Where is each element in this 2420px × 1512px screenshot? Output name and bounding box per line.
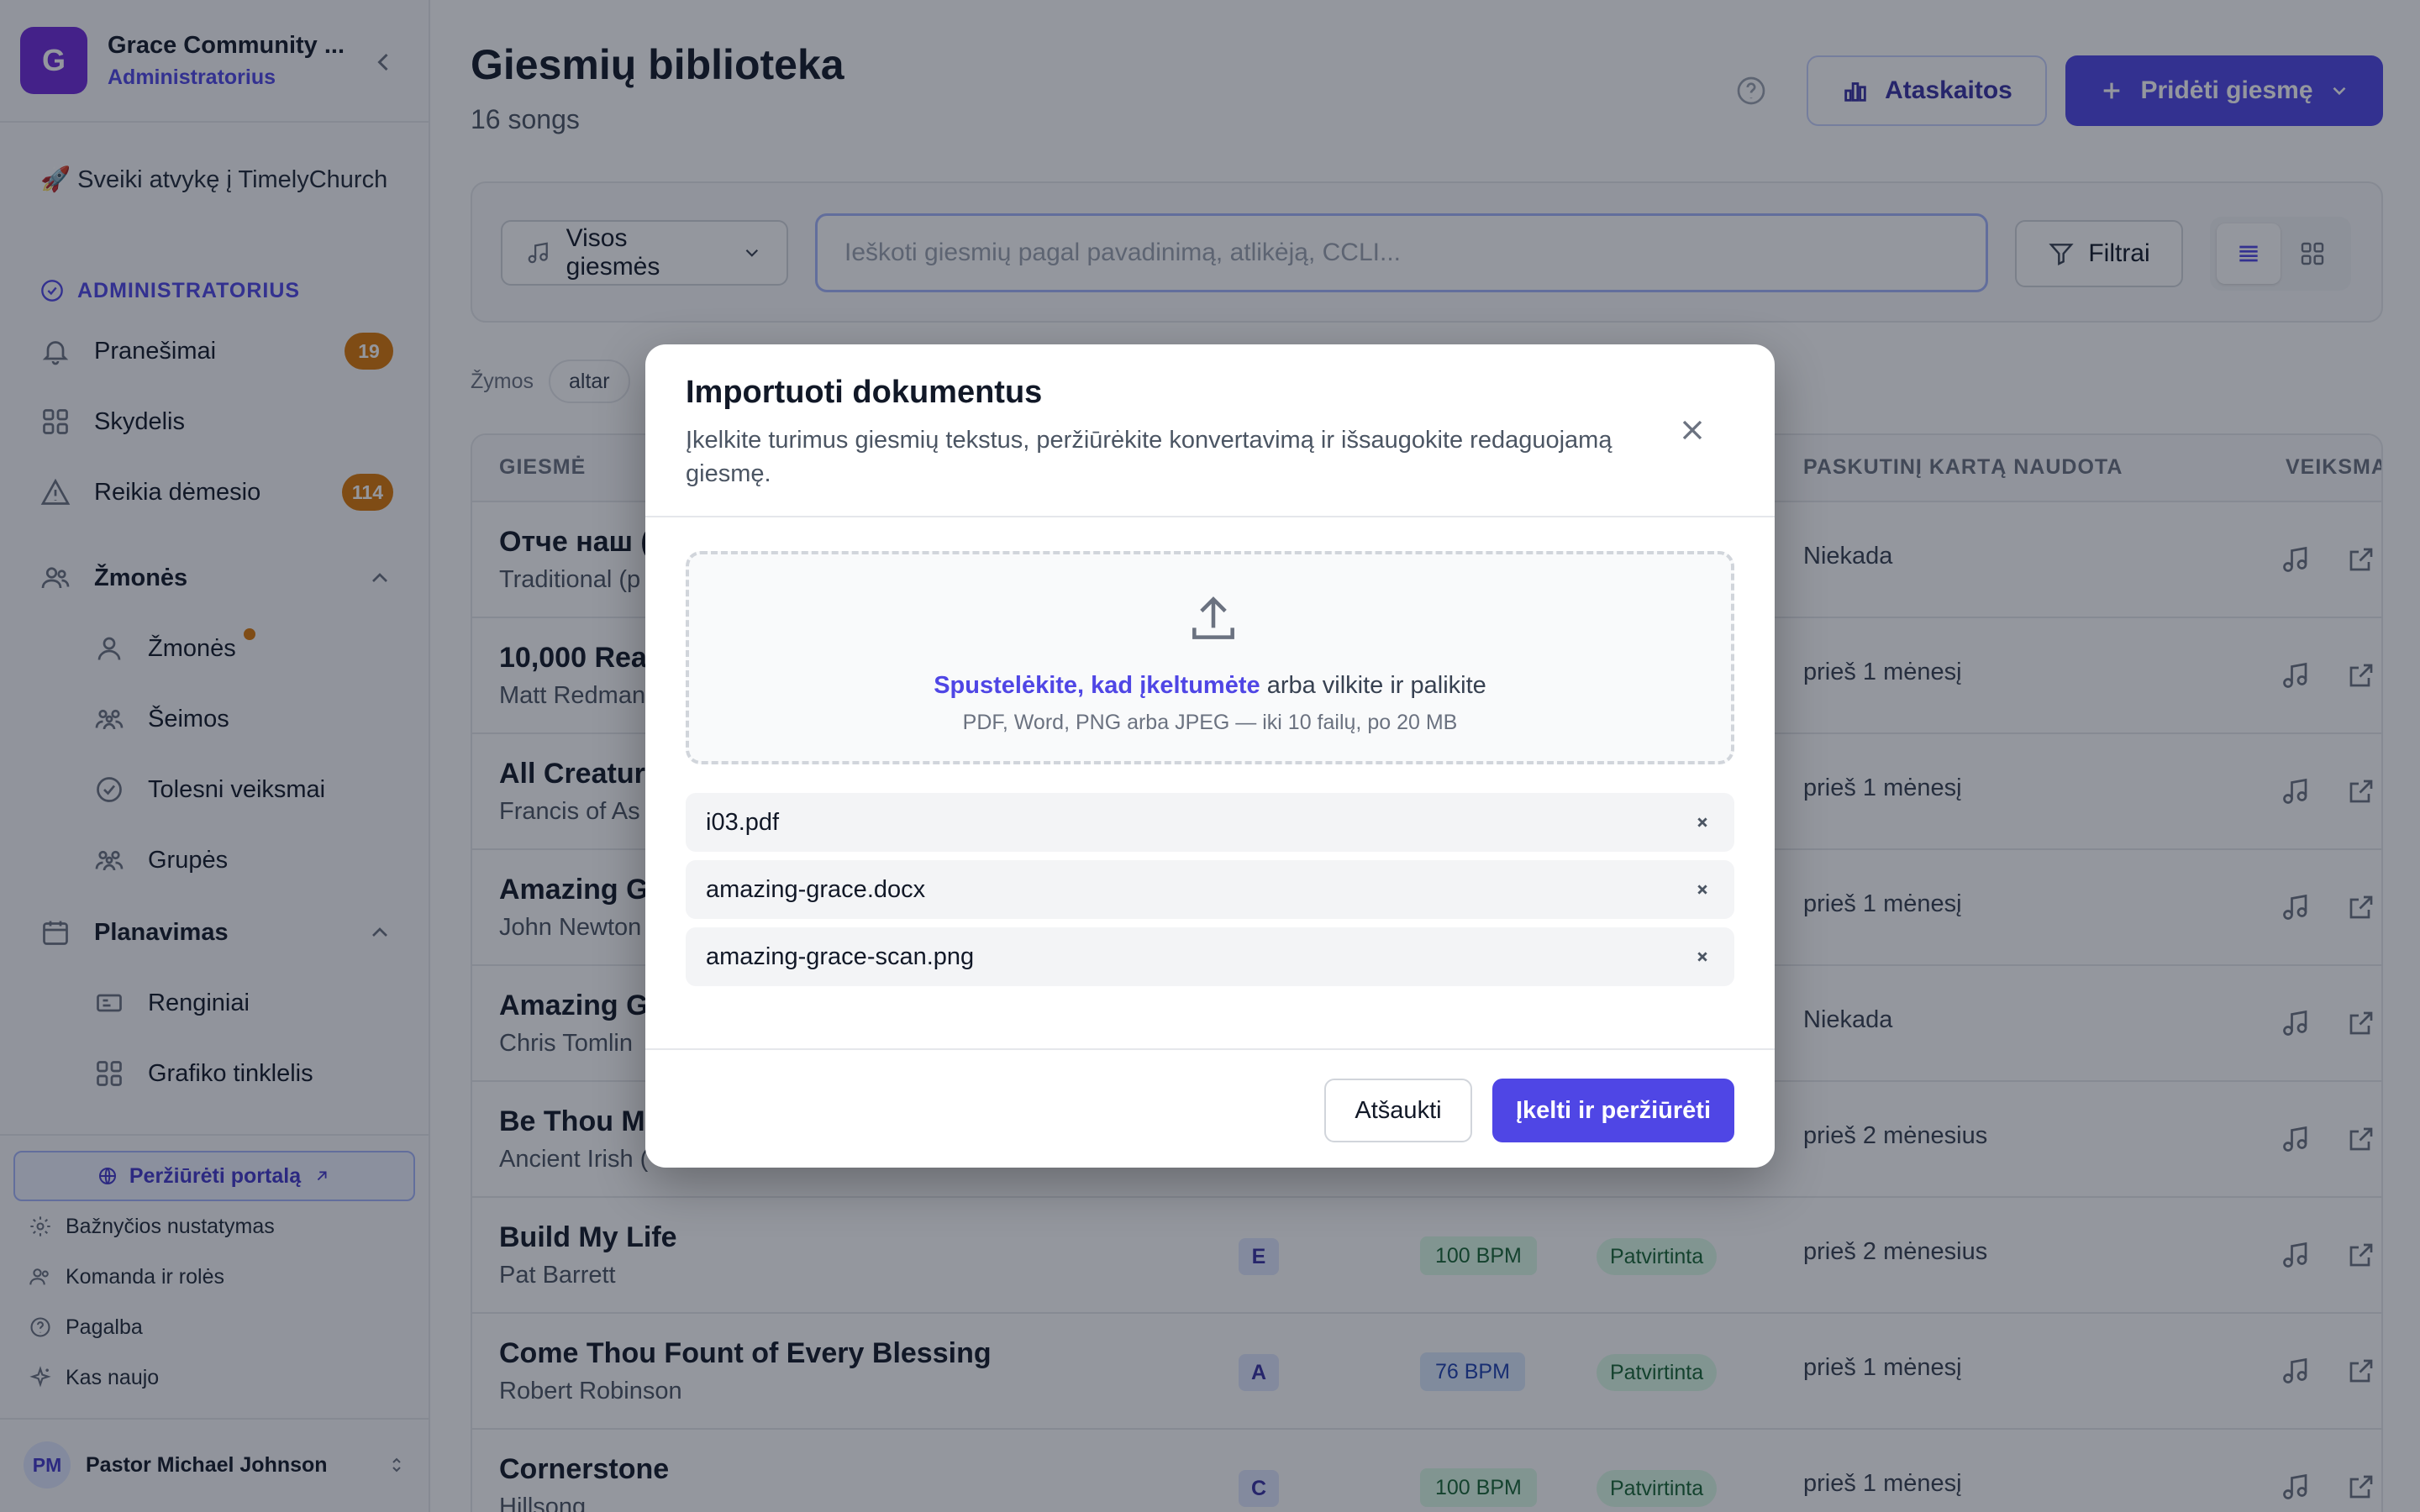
file-name: amazing-grace.docx bbox=[706, 875, 926, 903]
file-dropzone[interactable]: Spustelėkite, kad įkeltumėte arba vilkit… bbox=[686, 551, 1734, 764]
click-to-upload-link[interactable]: Spustelėkite, kad įkeltumėte bbox=[934, 672, 1260, 699]
remove-file-icon[interactable] bbox=[1691, 811, 1714, 834]
file-item: amazing-grace-scan.png bbox=[686, 927, 1734, 986]
dialog-title: Importuoti dokumentus bbox=[686, 375, 1043, 410]
file-name: i03.pdf bbox=[706, 808, 780, 836]
upload-icon bbox=[1192, 596, 1234, 639]
import-documents-dialog: Importuoti dokumentus Įkelkite turimus g… bbox=[645, 344, 1775, 1168]
dropzone-text: Spustelėkite, kad įkeltumėte arba vilkit… bbox=[689, 672, 1731, 700]
dialog-description: Įkelkite turimus giesmių tekstus, peržiū… bbox=[686, 427, 1612, 487]
dropzone-rest-text: arba vilkite ir palikite bbox=[1260, 672, 1486, 699]
upload-and-preview-button[interactable]: Įkelti ir peržiūrėti bbox=[1492, 1079, 1734, 1142]
close-icon[interactable] bbox=[1676, 413, 1709, 447]
file-name: amazing-grace-scan.png bbox=[706, 942, 975, 970]
dropzone-hint: PDF, Word, PNG arba JPEG — iki 10 failų,… bbox=[962, 711, 1458, 734]
divider bbox=[645, 516, 1775, 517]
cancel-button[interactable]: Atšaukti bbox=[1324, 1079, 1472, 1142]
remove-file-icon[interactable] bbox=[1691, 878, 1714, 901]
file-item: amazing-grace.docx bbox=[686, 860, 1734, 919]
file-item: i03.pdf bbox=[686, 793, 1734, 852]
remove-file-icon[interactable] bbox=[1691, 945, 1714, 969]
divider bbox=[645, 1048, 1775, 1050]
